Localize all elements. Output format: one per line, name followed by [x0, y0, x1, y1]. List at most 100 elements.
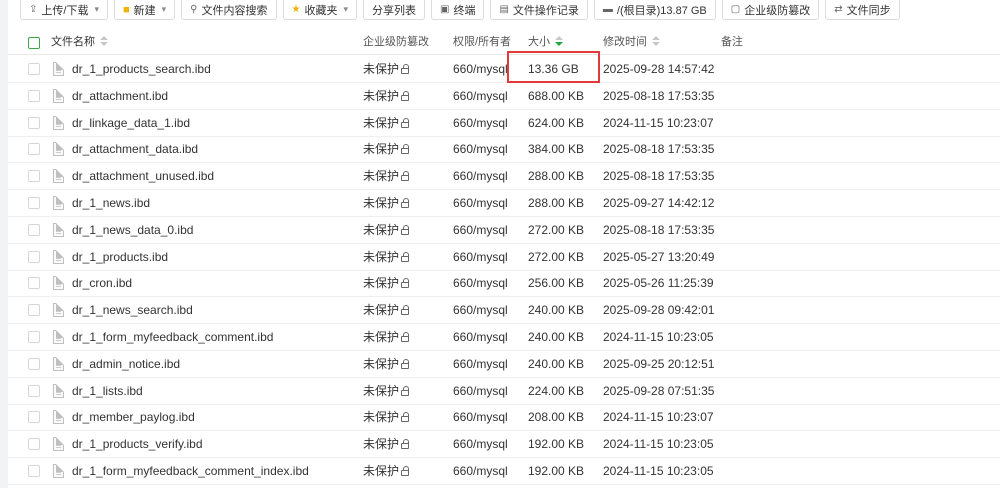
permission-owner[interactable]: 660/mysql [453, 458, 508, 485]
tamper-status[interactable]: 未保护 [363, 190, 410, 217]
file-name[interactable]: dr_cron.ibd [72, 270, 132, 297]
tamper-status[interactable]: 未保护 [363, 324, 410, 351]
row-checkbox[interactable] [28, 384, 40, 397]
row-checkbox[interactable] [28, 197, 40, 209]
permission-owner[interactable]: 660/mysql [453, 110, 508, 137]
file-name[interactable]: dr_admin_notice.ibd [72, 351, 180, 378]
tamper-status[interactable]: 未保护 [363, 404, 410, 431]
file-name[interactable]: dr_1_news_data_0.ibd [72, 217, 193, 244]
permission-owner[interactable]: 660/mysql [453, 136, 508, 163]
file-name[interactable]: dr_1_products_search.ibd [72, 56, 211, 83]
row-checkbox[interactable] [28, 89, 40, 102]
file-name[interactable]: dr_1_news.ibd [72, 190, 150, 217]
content-search-button[interactable]: ⚲ 文件内容搜索 [181, 0, 277, 20]
table-row[interactable]: dr_member_paylog.ibd 未保护 660/mysql 208.00 K… [8, 404, 1000, 432]
file-name[interactable]: dr_1_lists.ibd [72, 378, 143, 405]
star-icon: ★ [291, 4, 301, 15]
file-name[interactable]: dr_attachment.ibd [72, 83, 168, 110]
tamper-status[interactable]: 未保护 [363, 244, 410, 271]
permission-owner[interactable]: 660/mysql [453, 244, 508, 271]
header-name[interactable]: 文件名称 [51, 30, 108, 55]
permission-owner[interactable]: 660/mysql [453, 217, 508, 244]
upload-download-button[interactable]: ⇪ 上传/下载 ▾ [20, 0, 108, 20]
tamper-status[interactable]: 未保护 [363, 378, 410, 405]
row-checkbox[interactable] [28, 465, 40, 477]
tamper-status[interactable]: 未保护 [363, 431, 410, 458]
file-name[interactable]: dr_1_products.ibd [72, 244, 168, 271]
file-icon [53, 169, 64, 184]
tamper-status[interactable]: 未保护 [363, 297, 410, 324]
permission-owner[interactable]: 660/mysql [453, 83, 508, 110]
table-row[interactable]: dr_1_form_myfeedback_comment.ibd 未保护 660/m… [8, 324, 1000, 351]
row-checkbox[interactable] [28, 357, 40, 370]
row-checkbox[interactable] [28, 116, 40, 129]
row-checkbox[interactable] [28, 170, 40, 183]
tamper-proof-button[interactable]: ▢ 企业级防篡改 [721, 0, 820, 20]
table-row[interactable]: dr_1_form_myfeedback_comment_index.ibd 未保… [8, 458, 1000, 485]
permission-owner[interactable]: 660/mysql [453, 378, 508, 405]
tamper-status[interactable]: 未保护 [363, 351, 410, 378]
permission-owner[interactable]: 660/mysql [453, 324, 508, 351]
file-name[interactable]: dr_1_products_verify.ibd [72, 431, 203, 458]
table-row[interactable]: dr_attachment_unused.ibd 未保护 660/mysql 288.… [8, 163, 1000, 191]
table-row[interactable]: dr_cron.ibd 未保护 660/mysql 256.00 KB 2025-05-… [8, 270, 1000, 298]
header-size[interactable]: 大小 [528, 30, 563, 55]
row-checkbox[interactable] [28, 438, 40, 451]
share-list-button[interactable]: 分享列表 [363, 0, 425, 20]
table-row[interactable]: dr_1_lists.ibd 未保护 660/mysql 224.00 KB 2025-… [8, 378, 1000, 405]
file-name[interactable]: dr_1_news_search.ibd [72, 297, 193, 324]
tamper-status[interactable]: 未保护 [363, 458, 410, 485]
permission-owner[interactable]: 660/mysql [453, 431, 508, 458]
file-name[interactable]: dr_attachment_unused.ibd [72, 163, 214, 190]
table-row[interactable]: dr_1_products_search.ibd 未保护 660/mysql 13.3… [8, 56, 1000, 83]
table-row[interactable]: dr_1_news_data_0.ibd 未保护 660/mysql 272.00 K… [8, 217, 1000, 244]
table-row[interactable]: dr_1_news_search.ibd 未保护 660/mysql 240.00 K… [8, 297, 1000, 325]
tamper-status[interactable]: 未保护 [363, 163, 410, 190]
favorites-button[interactable]: ★ 收藏夹 ▾ [282, 0, 357, 20]
row-checkbox[interactable] [28, 331, 40, 343]
row-checkbox[interactable] [28, 63, 40, 75]
tamper-status-label: 未保护 [363, 62, 400, 76]
table-row[interactable]: dr_admin_notice.ibd 未保护 660/mysql 240.00 KB… [8, 351, 1000, 378]
file-name[interactable]: dr_linkage_data_1.ibd [72, 110, 190, 137]
disk-root-button[interactable]: ▬ /(根目录)13.87 GB [593, 0, 716, 20]
file-name[interactable]: dr_1_form_myfeedback_comment.ibd [72, 324, 273, 351]
table-row[interactable]: dr_attachment.ibd 未保护 660/mysql 688.00 KB 20… [8, 83, 1000, 110]
file-name[interactable]: dr_member_paylog.ibd [72, 404, 195, 431]
tamper-status[interactable]: 未保护 [363, 136, 410, 163]
permission-owner[interactable]: 660/mysql [453, 163, 508, 190]
table-row[interactable]: dr_linkage_data_1.ibd 未保护 660/mysql 624.00 … [8, 110, 1000, 137]
permission-owner[interactable]: 660/mysql [453, 351, 508, 378]
permission-owner[interactable]: 660/mysql [453, 404, 508, 431]
file-icon [53, 330, 64, 344]
new-button[interactable]: ■ 新建 ▾ [113, 0, 176, 20]
permission-owner[interactable]: 660/mysql [453, 190, 508, 217]
table-row[interactable]: dr_attachment_data.ibd 未保护 660/mysql 384.00… [8, 136, 1000, 164]
table-row[interactable]: dr_1_news.ibd 未保护 660/mysql 288.00 KB 2025-0… [8, 190, 1000, 217]
tamper-status[interactable]: 未保护 [363, 270, 410, 297]
tamper-status-label: 未保护 [363, 88, 400, 103]
table-row[interactable]: dr_1_products_verify.ibd 未保护 660/mysql 192.… [8, 431, 1000, 459]
tamper-status[interactable]: 未保护 [363, 110, 410, 137]
terminal-button[interactable]: ▣ 终端 [431, 0, 485, 20]
file-name[interactable]: dr_1_form_myfeedback_comment_index.ibd [72, 458, 309, 485]
row-checkbox[interactable] [28, 223, 40, 236]
row-checkbox[interactable] [28, 277, 40, 290]
tamper-status[interactable]: 未保护 [363, 83, 410, 110]
table-row[interactable]: dr_1_products.ibd 未保护 660/mysql 272.00 KB 20… [8, 244, 1000, 271]
select-all-checkbox[interactable] [28, 37, 40, 49]
row-checkbox[interactable] [28, 143, 40, 156]
row-checkbox[interactable] [28, 304, 40, 317]
permission-owner[interactable]: 660/mysql [453, 270, 508, 297]
operation-log-button[interactable]: ▤ 文件操作记录 [490, 0, 588, 20]
permission-owner[interactable]: 660/mysql [453, 56, 508, 83]
tamper-status[interactable]: 未保护 [363, 217, 410, 244]
modified-time: 2025-09-25 20:12:51 [603, 356, 715, 371]
tamper-status[interactable]: 未保护 [363, 56, 410, 83]
header-modified-time[interactable]: 修改时间 [603, 30, 660, 55]
row-checkbox[interactable] [28, 250, 40, 263]
row-checkbox[interactable] [28, 411, 40, 424]
file-sync-button[interactable]: ⇄ 文件同步 [825, 0, 900, 20]
permission-owner[interactable]: 660/mysql [453, 297, 508, 324]
file-name[interactable]: dr_attachment_data.ibd [72, 136, 198, 163]
